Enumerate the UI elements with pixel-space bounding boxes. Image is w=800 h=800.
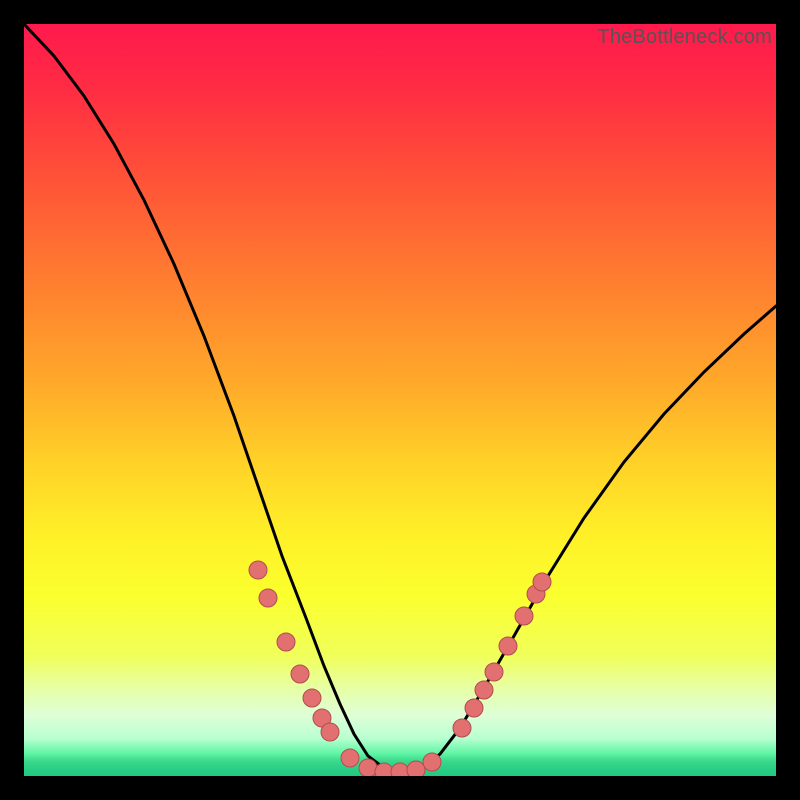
curve-marker xyxy=(407,761,425,776)
curve-marker xyxy=(485,663,503,681)
curve-marker xyxy=(321,723,339,741)
curve-marker xyxy=(291,665,309,683)
curve-marker xyxy=(475,681,493,699)
curve-marker xyxy=(465,699,483,717)
bottleneck-chart-svg xyxy=(24,24,776,776)
curve-markers xyxy=(249,561,551,776)
curve-marker xyxy=(533,573,551,591)
curve-marker xyxy=(499,637,517,655)
curve-marker xyxy=(375,763,393,776)
curve-marker xyxy=(359,759,377,776)
bottleneck-curve xyxy=(24,24,776,772)
curve-marker xyxy=(515,607,533,625)
chart-frame: TheBottleneck.com xyxy=(24,24,776,776)
curve-marker xyxy=(341,749,359,767)
curve-marker xyxy=(303,689,321,707)
curve-marker xyxy=(259,589,277,607)
watermark-text: TheBottleneck.com xyxy=(597,26,772,49)
curve-marker xyxy=(453,719,471,737)
curve-marker xyxy=(391,763,409,776)
curve-marker xyxy=(423,753,441,771)
curve-marker xyxy=(249,561,267,579)
curve-marker xyxy=(277,633,295,651)
